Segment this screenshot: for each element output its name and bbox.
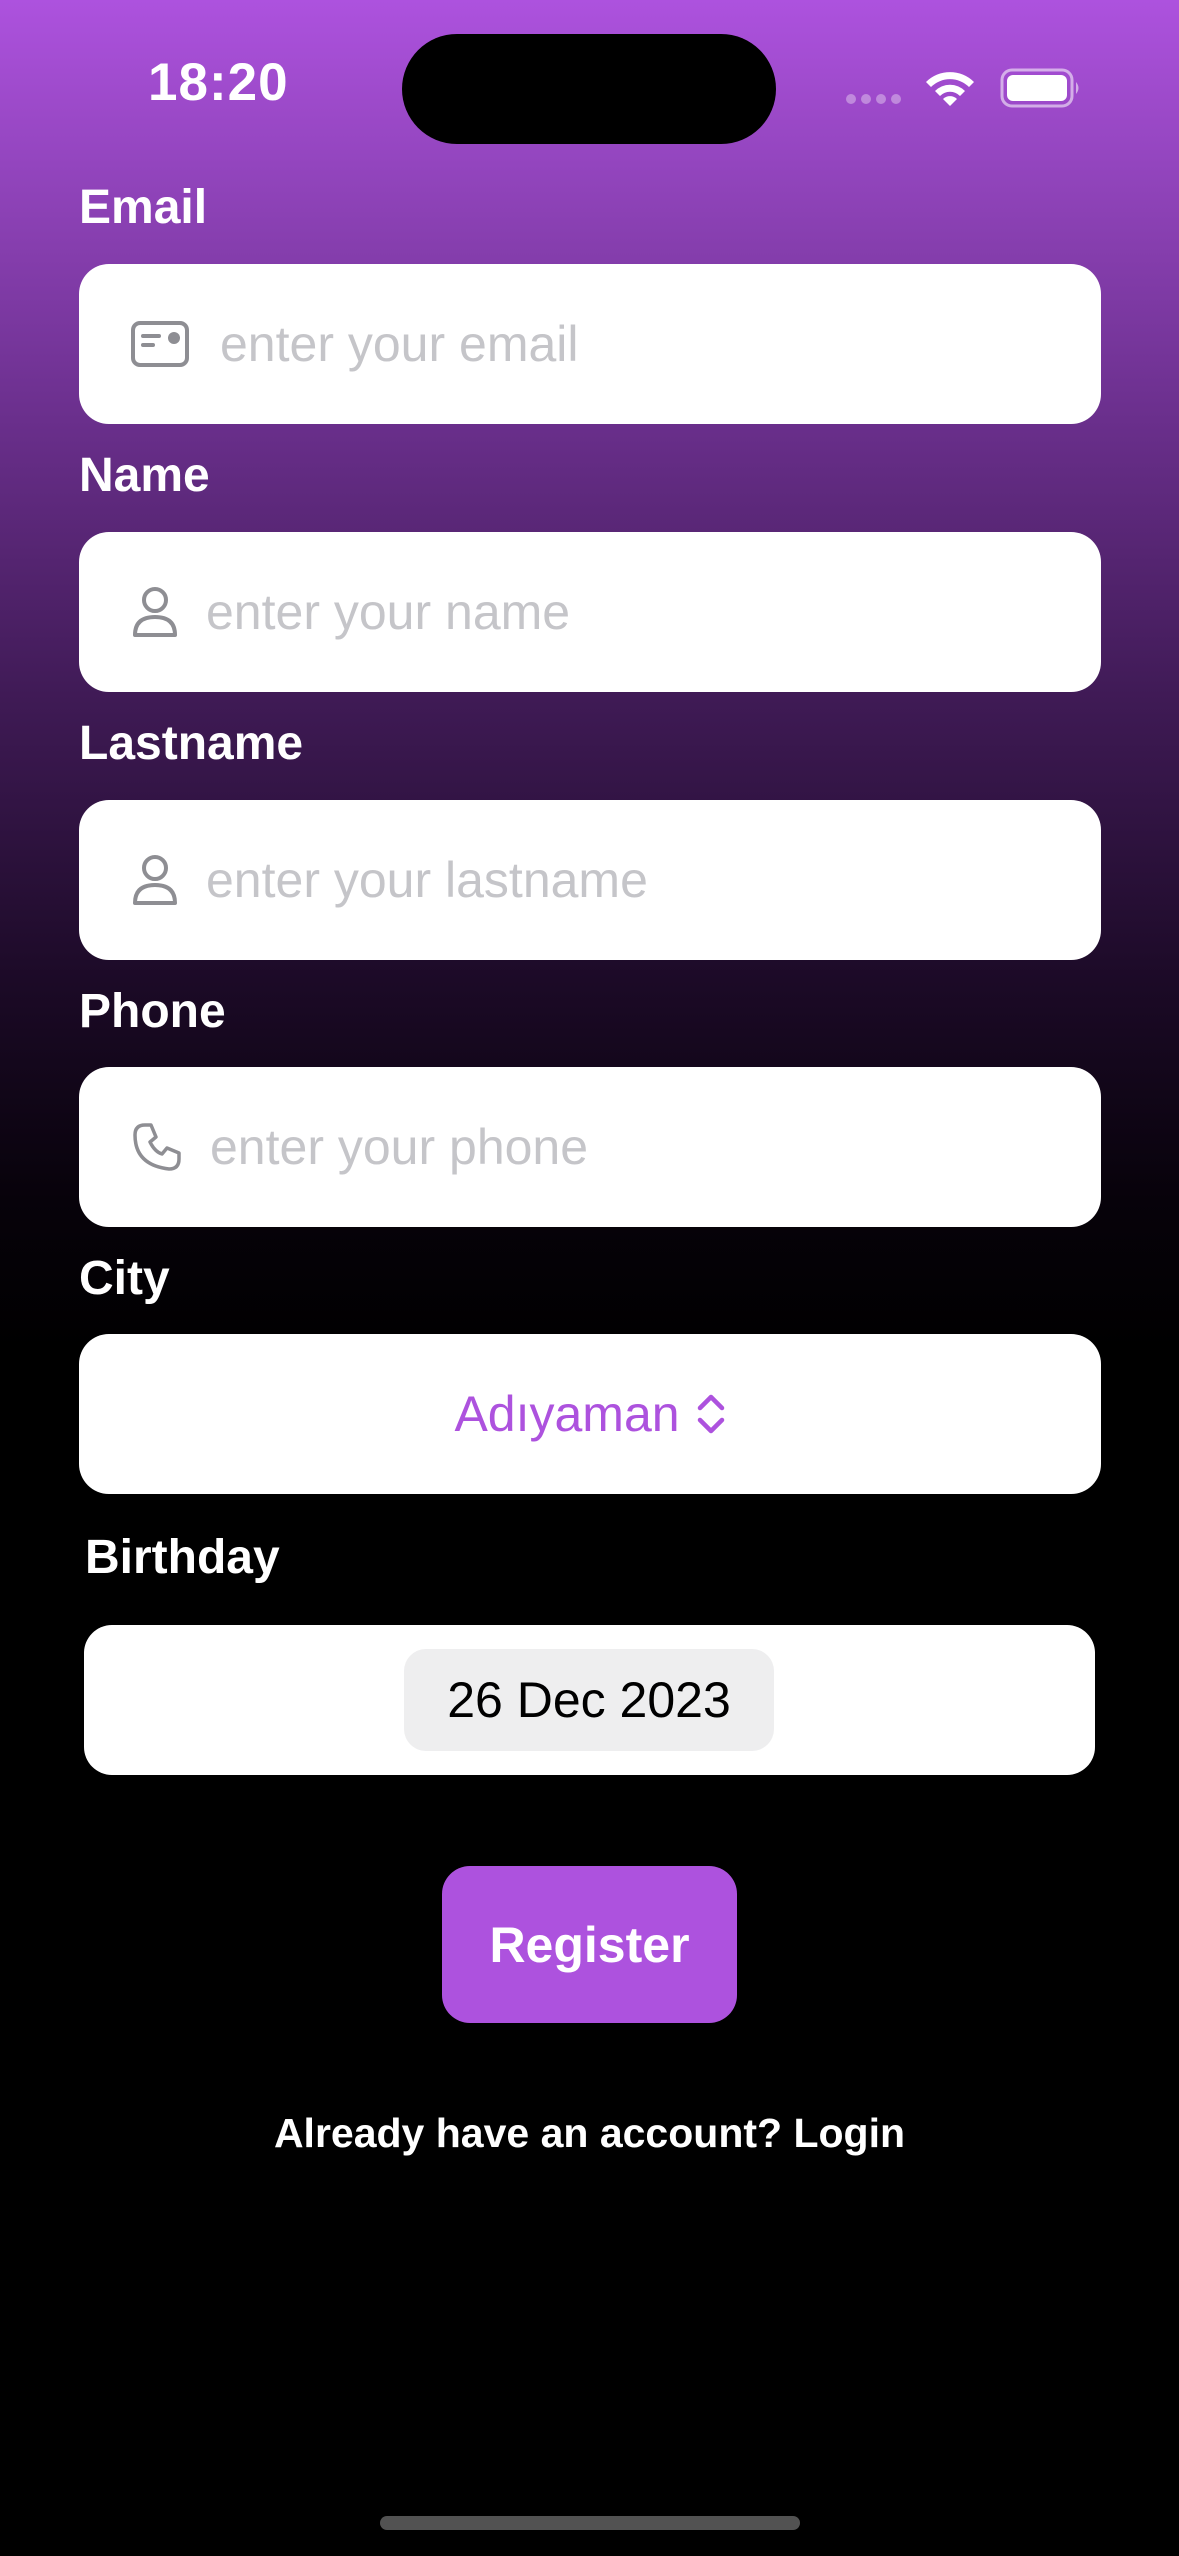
- person-icon: [131, 854, 179, 906]
- home-indicator[interactable]: [380, 2516, 800, 2530]
- phone-input[interactable]: [210, 1067, 1071, 1227]
- cellular-dots-icon: [846, 94, 902, 106]
- id-card-icon: [131, 321, 189, 367]
- name-field[interactable]: [79, 532, 1101, 692]
- battery-full-icon: [1000, 68, 1079, 108]
- email-input[interactable]: [220, 264, 1071, 424]
- lastname-field[interactable]: [79, 800, 1101, 960]
- person-icon: [131, 586, 179, 638]
- email-label: Email: [79, 181, 208, 234]
- login-link[interactable]: Already have an account? Login: [0, 2110, 1179, 2157]
- birthday-date-picker[interactable]: 26 Dec 2023: [404, 1649, 774, 1751]
- phone-field[interactable]: [79, 1067, 1101, 1227]
- name-label: Name: [79, 449, 210, 502]
- city-picker[interactable]: Adıyaman: [79, 1334, 1101, 1494]
- dynamic-island: [402, 34, 776, 144]
- phone-icon: [131, 1121, 183, 1173]
- wifi-icon: [926, 72, 974, 106]
- city-selected-value: Adıyaman: [454, 1386, 680, 1442]
- chevron-up-down-icon: [697, 1394, 724, 1434]
- birthday-field: 26 Dec 2023: [84, 1625, 1095, 1775]
- status-time: 18:20: [148, 53, 289, 112]
- lastname-label: Lastname: [79, 717, 304, 770]
- city-label: City: [79, 1252, 170, 1305]
- register-button[interactable]: Register: [442, 1866, 737, 2023]
- lastname-input[interactable]: [206, 800, 1071, 960]
- name-input[interactable]: [206, 532, 1071, 692]
- phone-label: Phone: [79, 985, 226, 1038]
- register-screen: 18:20 Email Name: [0, 0, 1179, 2556]
- email-field[interactable]: [79, 264, 1101, 424]
- birthday-label: Birthday: [85, 1531, 280, 1584]
